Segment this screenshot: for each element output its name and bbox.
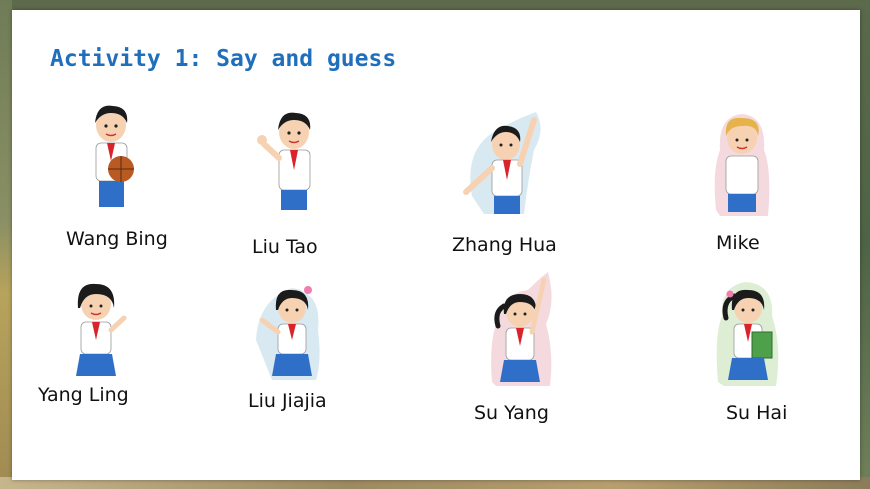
character-card-zhang-hua[interactable]: Zhang Hua [442, 108, 572, 268]
character-name: Mike [716, 232, 760, 254]
character-card-wang-bing[interactable]: Wang Bing [52, 98, 192, 258]
background-right [860, 0, 870, 489]
character-name: Liu Jiajia [248, 390, 327, 412]
boy-waving-illustration [257, 112, 311, 210]
boy-with-basketball-illustration [95, 105, 134, 207]
character-name: Zhang Hua [452, 234, 557, 256]
character-card-su-hai[interactable]: Su Hai [702, 276, 822, 436]
character-name: Wang Bing [66, 228, 168, 250]
background-left [0, 0, 12, 489]
character-card-su-yang[interactable]: Su Yang [462, 272, 592, 432]
blond-boy-illustration [714, 114, 770, 216]
character-name: Su Hai [726, 402, 788, 424]
girl-with-pigtail-illustration [256, 286, 320, 380]
character-name: Su Yang [474, 402, 549, 424]
girl-holding-book-illustration [716, 282, 779, 386]
character-name: Liu Tao [252, 236, 318, 258]
girl-waving-illustration [76, 283, 127, 376]
character-card-liu-jiajia[interactable]: Liu Jiajia [240, 280, 370, 430]
character-name: Yang Ling [38, 384, 129, 406]
character-card-yang-ling[interactable]: Yang Ling [32, 278, 172, 428]
character-card-mike[interactable]: Mike [692, 108, 802, 268]
slide-title: Activity 1: Say and guess [50, 46, 397, 72]
boy-raising-hand-illustration [463, 112, 541, 214]
character-card-liu-tao[interactable]: Liu Tao [242, 102, 352, 262]
slide: Activity 1: Say and guess Wang Bing Liu … [12, 10, 860, 480]
girl-raising-hand-illustration [491, 272, 552, 386]
